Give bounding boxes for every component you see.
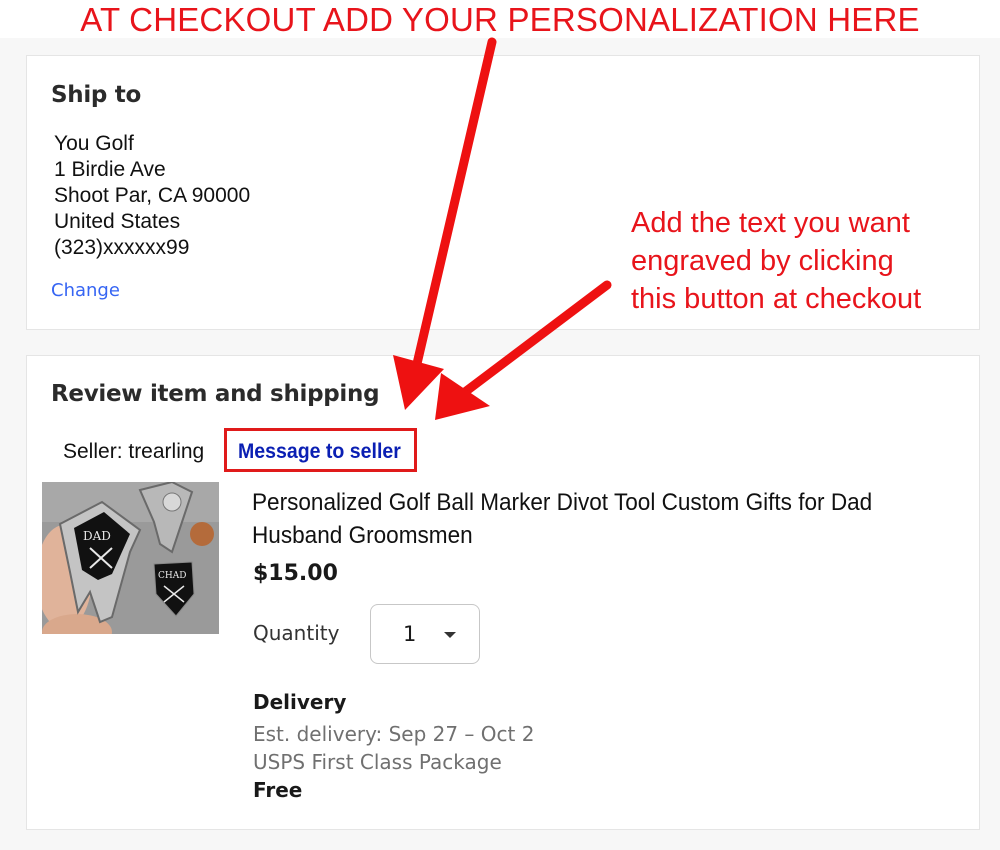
annotation-note: Add the text you want engraved by clicki…: [631, 204, 971, 318]
product-price: $15.00: [253, 561, 338, 586]
product-image-text: CHAD: [158, 571, 186, 581]
shipping-address: You Golf 1 Birdie Ave Shoot Par, CA 9000…: [54, 131, 250, 261]
delivery-cost: Free: [253, 778, 303, 802]
delivery-estimate: Est. delivery: Sep 27 – Oct 2: [253, 722, 535, 746]
product-photo-illustration: DAD CHAD: [42, 482, 219, 634]
annotation-line: Add the text you want: [631, 207, 910, 239]
review-title: Review item and shipping: [51, 381, 380, 407]
quantity-label: Quantity: [253, 621, 340, 645]
ship-to-title: Ship to: [51, 82, 141, 108]
seller-label: Seller: trearling: [63, 440, 205, 463]
product-title[interactable]: Personalized Golf Ball Marker Divot Tool…: [252, 486, 910, 552]
annotation-line: engraved by clicking: [631, 245, 894, 277]
product-image-text: DAD: [83, 529, 111, 543]
delivery-title: Delivery: [253, 690, 347, 714]
message-to-seller-highlight: Message to seller: [224, 428, 417, 472]
chevron-down-icon: [444, 632, 456, 638]
change-address-link[interactable]: Change: [51, 280, 120, 301]
address-line: United States: [54, 210, 181, 233]
address-line: (323)xxxxxx99: [54, 236, 190, 259]
address-line: 1 Birdie Ave: [54, 158, 166, 181]
instruction-headline: AT CHECKOUT ADD YOUR PERSONALIZATION HER…: [80, 1, 920, 38]
delivery-service: USPS First Class Package: [253, 750, 502, 774]
address-line: You Golf: [54, 132, 134, 155]
message-to-seller-link[interactable]: Message to seller: [238, 440, 401, 464]
review-item-card: Review item and shipping Seller: trearli…: [26, 355, 980, 830]
product-image[interactable]: DAD CHAD: [42, 482, 219, 634]
quantity-select[interactable]: 1: [370, 604, 480, 664]
address-line: Shoot Par, CA 90000: [54, 184, 251, 207]
quantity-value: 1: [403, 622, 417, 646]
annotation-line: this button at checkout: [631, 283, 922, 315]
